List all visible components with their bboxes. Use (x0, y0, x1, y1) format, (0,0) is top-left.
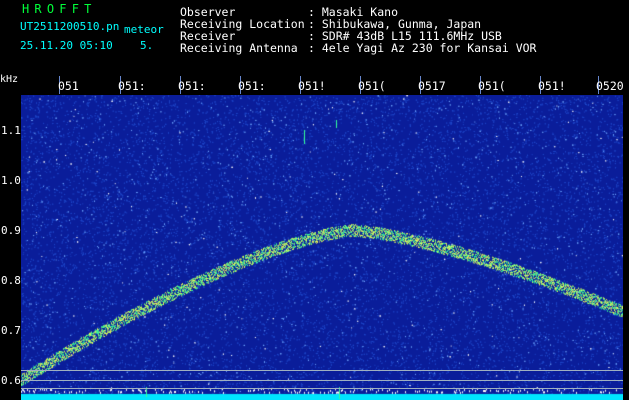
header-panel: HROFFT UT2511200510.pn meteor 25.11.20 0… (0, 0, 629, 72)
x-tick-label: 051( (358, 79, 386, 93)
x-tick-label: 051: (118, 79, 146, 93)
y-tick-label: 1.0 (1, 174, 21, 187)
x-tick-label: 051( (478, 79, 506, 93)
marker-line (21, 388, 623, 389)
y-tick-label: 0.6 (1, 374, 21, 387)
y-tick-label: 0.8 (1, 274, 21, 287)
y-tick-label: 0.7 (1, 324, 21, 337)
app-title: HROFFT (22, 2, 97, 16)
axis-unit-label: kHz (0, 74, 19, 85)
x-tick-label: 051! (538, 79, 566, 93)
page-number: 5. (140, 39, 154, 52)
x-tick-label: 051 (58, 79, 79, 93)
antenna-label: Receiving Antenna (180, 41, 298, 55)
x-tick-label: 051: (238, 79, 266, 93)
y-tick-label: 1.1 (1, 124, 21, 137)
marker-line (21, 370, 623, 371)
x-tick-label: 051! (298, 79, 326, 93)
spectrogram-plot (21, 95, 623, 400)
x-tick-label: 051: (178, 79, 206, 93)
spectrogram-canvas (21, 95, 623, 400)
x-tick-label: 0520 (596, 79, 624, 93)
antenna-value: : 4ele Yagi Az 230 for Kansai VOR (308, 41, 537, 55)
date-time: 25.11.20 05:10 (20, 39, 113, 52)
x-tick-label: 0517 (418, 79, 446, 93)
meteor-tag: meteor (124, 23, 164, 36)
y-tick-label: 0.9 (1, 224, 21, 237)
file-name: UT2511200510.pn (20, 20, 120, 33)
marker-line (21, 380, 623, 381)
